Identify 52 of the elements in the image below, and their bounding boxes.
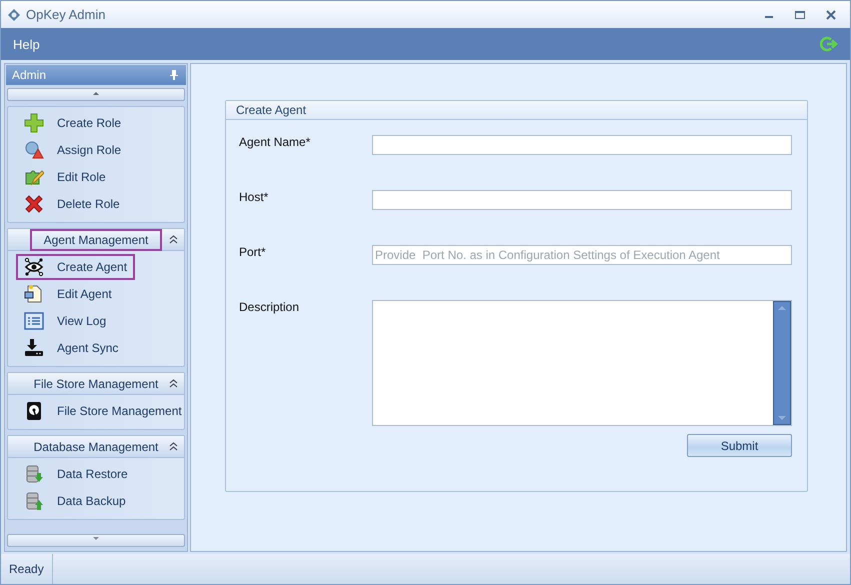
pin-icon[interactable] (170, 70, 178, 80)
sidebar-item[interactable]: Create Agent (16, 254, 136, 280)
list-icon (24, 311, 44, 331)
sidebar-item[interactable]: Edit Role (16, 164, 114, 190)
sidebar-item[interactable]: View Log (16, 308, 114, 334)
down-arrow-icon (91, 535, 101, 543)
group-header[interactable]: File Store Management (8, 373, 184, 395)
scroll-up-strip[interactable] (7, 88, 185, 101)
collapse-icon[interactable] (169, 379, 178, 388)
sidebar-item[interactable]: File Store Management (16, 398, 190, 424)
exit-icon[interactable] (820, 36, 840, 52)
document-edit-icon (24, 284, 44, 304)
delete-icon (24, 194, 44, 214)
app-logo-icon (7, 8, 21, 22)
group-title: File Store Management (32, 376, 160, 392)
menu-item[interactable]: Help (13, 36, 40, 52)
group-header[interactable]: Agent Management (8, 229, 184, 251)
sidebar-item[interactable]: Data Restore (16, 461, 136, 487)
sidebar-item[interactable]: Delete Role (16, 191, 128, 217)
window-title: OpKey Admin (26, 7, 106, 22)
sidebar-item[interactable]: Agent Sync (16, 335, 126, 361)
download-icon (24, 338, 44, 358)
plus-icon (24, 113, 44, 133)
field-label: Port* (239, 245, 267, 261)
description-field[interactable] (372, 300, 792, 426)
group-title: Agent Management (30, 228, 162, 250)
database-down-icon (24, 464, 44, 484)
group-header[interactable]: Database Management (8, 436, 184, 458)
group-box-title: Create Agent (236, 103, 306, 117)
scroll-down-strip[interactable] (7, 534, 185, 547)
field-label: Description (239, 300, 300, 316)
user-warning-icon (24, 140, 44, 160)
sidebar-item[interactable]: Create Role (16, 110, 130, 136)
input-field[interactable] (372, 190, 792, 210)
submit-button[interactable]: Submit (687, 434, 792, 457)
group-title: Database Management (32, 438, 160, 456)
input-field[interactable]: Provide Port No. as in Configuration Settings of Execution Agent (372, 245, 792, 265)
maximize-icon[interactable] (794, 10, 806, 20)
field-label: Host* (239, 190, 270, 206)
field-label: Agent Name* (239, 135, 312, 151)
status-text: Ready (1, 554, 53, 584)
collapse-icon[interactable] (169, 442, 178, 451)
database-up-icon (24, 491, 44, 511)
input-field[interactable] (372, 135, 792, 155)
eye-network-icon (24, 257, 44, 277)
up-arrow-icon (91, 89, 101, 97)
sidebar-item[interactable]: Assign Role (16, 137, 130, 163)
close-icon[interactable] (825, 10, 837, 20)
collapse-icon[interactable] (169, 235, 178, 244)
sidebar-item[interactable]: Edit Agent (16, 281, 120, 307)
sidebar-item[interactable]: Data Backup (16, 488, 134, 514)
pane-title: Admin (12, 68, 46, 82)
